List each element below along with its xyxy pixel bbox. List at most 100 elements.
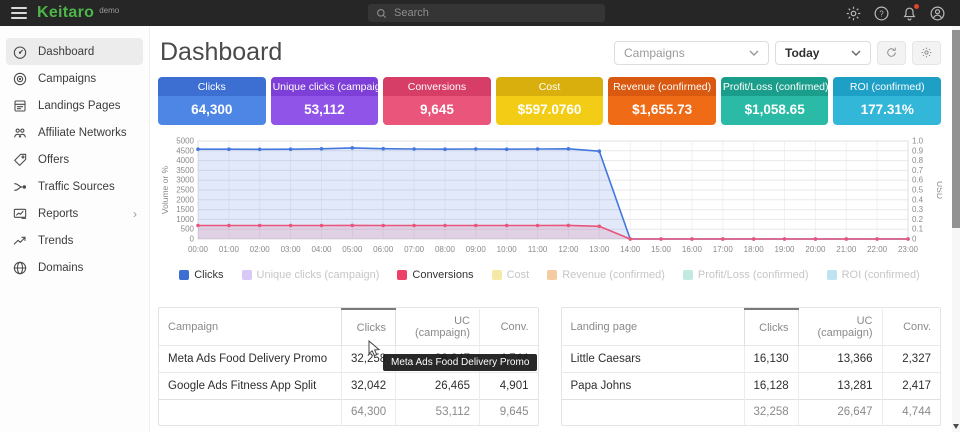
settings-icon[interactable] [845, 5, 862, 22]
legend-item-revenue-confirmed[interactable]: Revenue (confirmed) [547, 269, 665, 281]
sidebar-item-traffic-sources[interactable]: Traffic Sources [6, 173, 143, 200]
demo-badge: demo [99, 6, 119, 15]
row-tooltip: Meta Ads Food Delivery Promo [383, 354, 537, 371]
sidebar-item-dashboard[interactable]: Dashboard [6, 38, 143, 65]
stat-card-label: Revenue (confirmed) [608, 77, 716, 96]
row-name-cell[interactable]: Little Caesars [562, 346, 745, 373]
legend-item-cost[interactable]: Cost [492, 269, 530, 281]
svg-text:5000: 5000 [176, 137, 194, 146]
stat-card-roi-confirmed[interactable]: ROI (confirmed)177.31% [833, 77, 941, 125]
refresh-button[interactable] [877, 41, 906, 65]
column-header-conv[interactable]: Conv. [882, 309, 940, 346]
column-header-clicks[interactable]: Clicks [342, 309, 396, 346]
scrollbar-down-arrow[interactable] [953, 424, 959, 429]
stat-card-value: 177.31% [833, 96, 941, 125]
svg-text:Volume or %: Volume or % [160, 165, 170, 214]
legend-item-clicks[interactable]: Clicks [179, 269, 223, 281]
sidebar-item-campaigns[interactable]: Campaigns [6, 65, 143, 92]
sidebar-item-reports[interactable]: Reports› [6, 200, 143, 227]
chevron-down-icon [851, 50, 861, 56]
menu-icon[interactable] [11, 7, 27, 19]
table-row[interactable]: Little Caesars16,13013,3662,327 [562, 346, 941, 373]
svg-text:3500: 3500 [176, 166, 194, 175]
svg-text:1.0: 1.0 [912, 137, 924, 146]
table-row[interactable]: Google Ads Fitness App Split32,04226,465… [159, 373, 538, 400]
svg-text:0.2: 0.2 [912, 215, 924, 224]
legend-swatch [492, 270, 502, 280]
vertical-scrollbar[interactable] [952, 26, 960, 432]
sidebar-item-label: Trends [38, 235, 73, 247]
target-icon [12, 71, 28, 87]
table-row[interactable]: Papa Johns16,12813,2812,417 [562, 373, 941, 400]
row-name-cell[interactable]: Meta Ads Food Delivery Promo [159, 346, 342, 373]
legend-swatch [827, 270, 837, 280]
svg-text:2500: 2500 [176, 186, 194, 195]
row-value-cell: 16,130 [744, 346, 798, 373]
tag-icon [12, 152, 28, 168]
column-header-clicks[interactable]: Clicks [744, 309, 798, 346]
split-icon [12, 179, 28, 195]
svg-text:0.5: 0.5 [912, 186, 924, 195]
sidebar-item-affiliate-networks[interactable]: Affiliate Networks [6, 119, 143, 146]
global-search[interactable] [368, 4, 605, 22]
row-name-cell[interactable]: Google Ads Fitness App Split [159, 373, 342, 400]
stat-cards: Clicks64,300Unique clicks (campaign)53,1… [158, 77, 941, 125]
legend-swatch [683, 270, 693, 280]
stat-card-clicks[interactable]: Clicks64,300 [158, 77, 266, 125]
stat-card-unique-clicks-campaign[interactable]: Unique clicks (campaign)53,112 [271, 77, 379, 125]
notifications-icon[interactable] [901, 5, 918, 22]
stat-card-revenue-confirmed[interactable]: Revenue (confirmed)$1,655.73 [608, 77, 716, 125]
scrollbar-thumb[interactable] [952, 30, 960, 228]
svg-text:07:00: 07:00 [404, 245, 425, 254]
column-header-landing-page[interactable]: Landing page [562, 309, 745, 346]
svg-text:14:00: 14:00 [620, 245, 641, 254]
svg-text:13:00: 13:00 [589, 245, 610, 254]
column-header-conv[interactable]: Conv. [480, 309, 538, 346]
stat-card-cost[interactable]: Cost$597.0760 [496, 77, 604, 125]
svg-text:4500: 4500 [176, 146, 194, 155]
column-header-uc-campaign[interactable]: UC (campaign) [396, 309, 480, 346]
help-icon[interactable]: ? [873, 5, 890, 22]
campaigns-filter-select[interactable]: Campaigns [614, 41, 769, 65]
sidebar-item-landings-pages[interactable]: Landings Pages [6, 92, 143, 119]
sidebar-item-label: Landings Pages [38, 100, 120, 112]
dashboard-settings-button[interactable] [912, 41, 941, 65]
legend-item-roi-confirmed[interactable]: ROI (confirmed) [827, 269, 920, 281]
legend-item-profit-loss-confirmed[interactable]: Profit/Loss (confirmed) [683, 269, 809, 281]
svg-text:0.7: 0.7 [912, 166, 924, 175]
search-icon [376, 8, 387, 19]
legend-label: Unique clicks (campaign) [257, 269, 380, 281]
legend-item-unique-clicks-campaign[interactable]: Unique clicks (campaign) [242, 269, 380, 281]
account-icon[interactable] [929, 5, 946, 22]
stat-card-conversions[interactable]: Conversions9,645 [383, 77, 491, 125]
stat-card-profit-loss-confirmed[interactable]: Profit/Loss (confirmed)$1,058.65 [721, 77, 829, 125]
row-name-cell[interactable]: Papa Johns [562, 373, 745, 400]
svg-text:23:00: 23:00 [898, 245, 919, 254]
total-cell: 26,647 [798, 400, 882, 425]
svg-text:USD: USD [935, 181, 942, 199]
svg-text:0.6: 0.6 [912, 176, 924, 185]
row-value-cell: 13,366 [798, 346, 882, 373]
sidebar-item-trends[interactable]: Trends [6, 227, 143, 254]
globe-icon [12, 260, 28, 276]
search-input[interactable] [394, 7, 597, 19]
svg-text:0.9: 0.9 [912, 146, 924, 155]
svg-text:15:00: 15:00 [651, 245, 672, 254]
sidebar-item-domains[interactable]: Domains [6, 254, 143, 281]
total-cell [562, 400, 745, 425]
refresh-icon [885, 46, 898, 59]
chevron-right-icon: › [133, 207, 137, 221]
sidebar-item-offers[interactable]: Offers [6, 146, 143, 173]
svg-text:?: ? [879, 9, 884, 18]
row-value-cell: 2,327 [882, 346, 940, 373]
column-header-campaign[interactable]: Campaign [159, 309, 342, 346]
notification-badge [914, 4, 919, 9]
legend-label: Cost [507, 269, 530, 281]
date-range-select[interactable]: Today [775, 41, 871, 65]
pages-icon [12, 98, 28, 114]
svg-text:19:00: 19:00 [774, 245, 795, 254]
column-header-uc-campaign[interactable]: UC (campaign) [798, 309, 882, 346]
legend-item-conversions[interactable]: Conversions [397, 269, 473, 281]
svg-text:22:00: 22:00 [867, 245, 888, 254]
stat-card-value: $597.0760 [496, 96, 604, 125]
